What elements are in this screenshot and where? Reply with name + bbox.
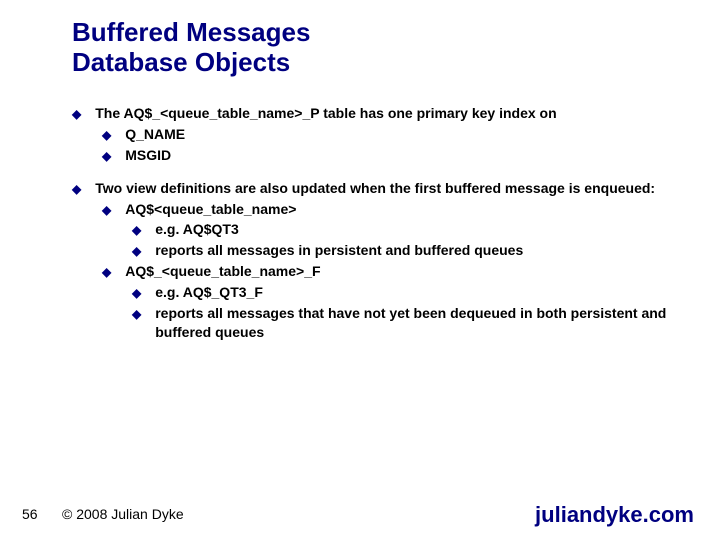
text-segment: The xyxy=(95,105,120,121)
title-line-2: Database Objects xyxy=(72,47,290,77)
slide: Buffered Messages Database Objects ◆ The… xyxy=(0,0,720,540)
bullet-level3: ◆ e.g. AQ$_QT3_F xyxy=(72,283,672,302)
slide-content: ◆ The AQ$_<queue_table_name>_P table has… xyxy=(72,104,672,344)
bullet-level2: ◆ AQ$_<queue_table_name>_F xyxy=(72,262,672,281)
bullet-text: Q_NAME xyxy=(125,125,672,144)
code-segment: AQ$_<queue_table_name>_P xyxy=(120,105,323,121)
bullet-level1: ◆ The AQ$_<queue_table_name>_P table has… xyxy=(72,104,672,123)
slide-number: 56 xyxy=(22,506,38,522)
bullet-text: e.g. AQ$QT3 xyxy=(155,220,672,239)
diamond-icon: ◆ xyxy=(132,222,141,238)
diamond-icon: ◆ xyxy=(102,264,111,280)
code-segment: AQ$_QT3_F xyxy=(179,284,263,300)
bullet-text: e.g. AQ$_QT3_F xyxy=(155,283,672,302)
bullet-text: Two view definitions are also updated wh… xyxy=(95,179,672,198)
code-segment: AQ$QT3 xyxy=(179,221,238,237)
bullet-level3: ◆ reports all messages in persistent and… xyxy=(72,241,672,260)
bullet-text: reports all messages in persistent and b… xyxy=(155,241,672,260)
diamond-icon: ◆ xyxy=(72,181,81,197)
slide-title: Buffered Messages Database Objects xyxy=(72,18,310,78)
text-segment: e.g. xyxy=(155,221,179,237)
diamond-icon: ◆ xyxy=(132,306,141,322)
bullet-level3: ◆ reports all messages that have not yet… xyxy=(72,304,672,342)
bullet-text: AQ$<queue_table_name> xyxy=(125,200,672,219)
text-segment: e.g. xyxy=(155,284,179,300)
bullet-level1: ◆ Two view definitions are also updated … xyxy=(72,179,672,198)
bullet-level2: ◆ AQ$<queue_table_name> xyxy=(72,200,672,219)
diamond-icon: ◆ xyxy=(102,202,111,218)
bullet-level2: ◆ MSGID xyxy=(72,146,672,165)
diamond-icon: ◆ xyxy=(132,243,141,259)
bullet-text: MSGID xyxy=(125,146,672,165)
diamond-icon: ◆ xyxy=(102,127,111,143)
title-line-1: Buffered Messages xyxy=(72,17,310,47)
footer-brand: juliandyke.com xyxy=(535,502,694,528)
bullet-text: reports all messages that have not yet b… xyxy=(155,304,672,342)
bullet-text: The AQ$_<queue_table_name>_P table has o… xyxy=(95,104,672,123)
bullet-text: AQ$_<queue_table_name>_F xyxy=(125,262,672,281)
text-segment: table has one primary key index on xyxy=(323,105,556,121)
copyright: © 2008 Julian Dyke xyxy=(62,506,184,522)
diamond-icon: ◆ xyxy=(102,148,111,164)
diamond-icon: ◆ xyxy=(132,285,141,301)
bullet-level3: ◆ e.g. AQ$QT3 xyxy=(72,220,672,239)
diamond-icon: ◆ xyxy=(72,106,81,122)
bullet-level2: ◆ Q_NAME xyxy=(72,125,672,144)
